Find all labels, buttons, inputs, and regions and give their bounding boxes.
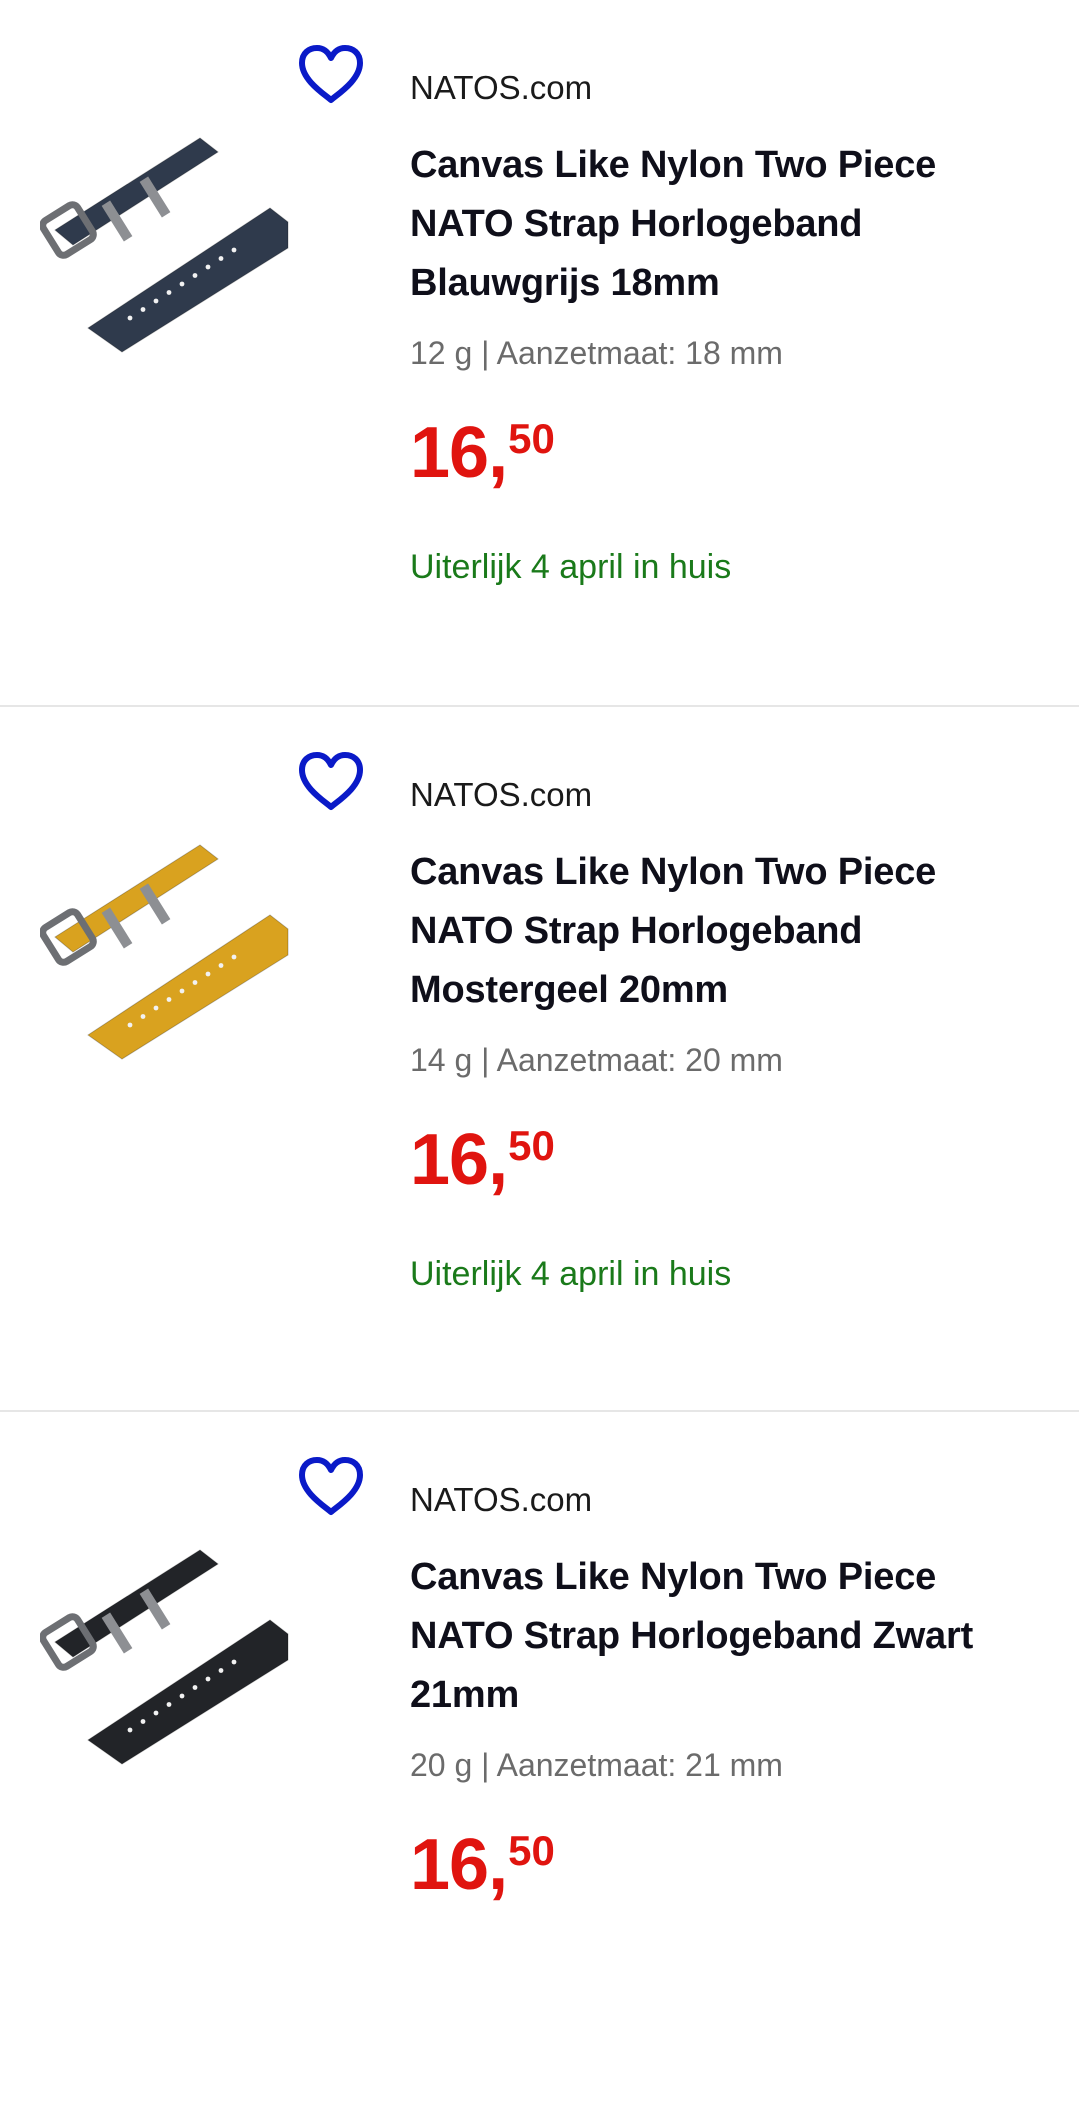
strap-hole: [179, 1693, 185, 1699]
strap-hole: [192, 1685, 198, 1690]
heart-icon[interactable]: [296, 42, 366, 106]
price-cents: 50: [508, 1122, 555, 1169]
seller-name[interactable]: NATOS.com: [410, 775, 1040, 815]
price-whole: 16: [410, 1825, 489, 1905]
strap-hole: [166, 997, 172, 1002]
strap-hole: [218, 963, 224, 968]
delivery-info: Uiterlijk 4 april in huis: [410, 548, 732, 586]
product-title[interactable]: Canvas Like Nylon Two Piece NATO Strap H…: [410, 136, 1040, 313]
strap-hole: [179, 988, 185, 994]
strap-hole: [153, 1710, 159, 1716]
strap-hole: [127, 315, 133, 321]
product-specs: 14 g | Aanzetmaat: 20 mm: [410, 1042, 783, 1078]
strap-hole: [231, 954, 237, 960]
price: 16, 50: [410, 1120, 1040, 1200]
seller-name[interactable]: NATOS.com: [410, 68, 1040, 108]
product-info: NATOS.com Canvas Like Nylon Two Piece NA…: [410, 1472, 1040, 1905]
strap-hole: [153, 1005, 159, 1011]
price-comma: ,: [488, 1825, 509, 1905]
strap-hole: [140, 1719, 146, 1724]
price: 16, 50: [410, 413, 1040, 493]
heart-icon[interactable]: [296, 1454, 366, 1518]
strap-hole: [218, 1668, 224, 1673]
strap-hole: [179, 281, 185, 287]
product-info: NATOS.com Canvas Like Nylon Two Piece NA…: [410, 60, 1040, 587]
product-title[interactable]: Canvas Like Nylon Two Piece NATO Strap H…: [410, 843, 1040, 1020]
strap-shape: [40, 844, 289, 1060]
strap-hole: [127, 1022, 133, 1028]
strap-shape: [40, 1549, 289, 1765]
strap-hole: [205, 971, 211, 977]
product-info: NATOS.com Canvas Like Nylon Two Piece NA…: [410, 767, 1040, 1294]
product-card[interactable]: NATOS.com Canvas Like Nylon Two Piece NA…: [0, 705, 1079, 1412]
strap-hole: [140, 1014, 146, 1019]
strap-hole: [205, 264, 211, 270]
heart-icon[interactable]: [296, 749, 366, 813]
price-comma: ,: [488, 413, 509, 493]
product-card[interactable]: NATOS.com Canvas Like Nylon Two Piece NA…: [0, 1410, 1079, 2117]
product-card[interactable]: NATOS.com Canvas Like Nylon Two Piece NA…: [0, 0, 1079, 705]
strap-hole: [127, 1727, 133, 1733]
strap-hole: [192, 273, 198, 278]
seller-name[interactable]: NATOS.com: [410, 1480, 1040, 1520]
strap-hole: [153, 298, 159, 304]
strap-hole: [140, 307, 146, 312]
price-cents: 50: [508, 1827, 555, 1874]
strap-hole: [205, 1676, 211, 1682]
strap-hole: [166, 1702, 172, 1707]
price-comma: ,: [488, 1120, 509, 1200]
strap-hole: [166, 290, 172, 295]
price-whole: 16: [410, 1120, 489, 1200]
strap-shape: [40, 137, 289, 353]
price-whole: 16: [410, 413, 489, 493]
product-list: NATOS.com Canvas Like Nylon Two Piece NA…: [0, 0, 1079, 1943]
product-title[interactable]: Canvas Like Nylon Two Piece NATO Strap H…: [410, 1548, 1040, 1725]
strap-hole: [231, 1659, 237, 1665]
product-specs: 12 g | Aanzetmaat: 18 mm: [410, 335, 783, 371]
delivery-info: Uiterlijk 4 april in huis: [410, 1255, 732, 1293]
strap-hole: [231, 247, 237, 253]
strap-hole: [218, 256, 224, 261]
price: 16, 50: [410, 1825, 1040, 1905]
product-specs: 20 g | Aanzetmaat: 21 mm: [410, 1747, 783, 1783]
strap-hole: [192, 980, 198, 985]
price-cents: 50: [508, 415, 555, 462]
